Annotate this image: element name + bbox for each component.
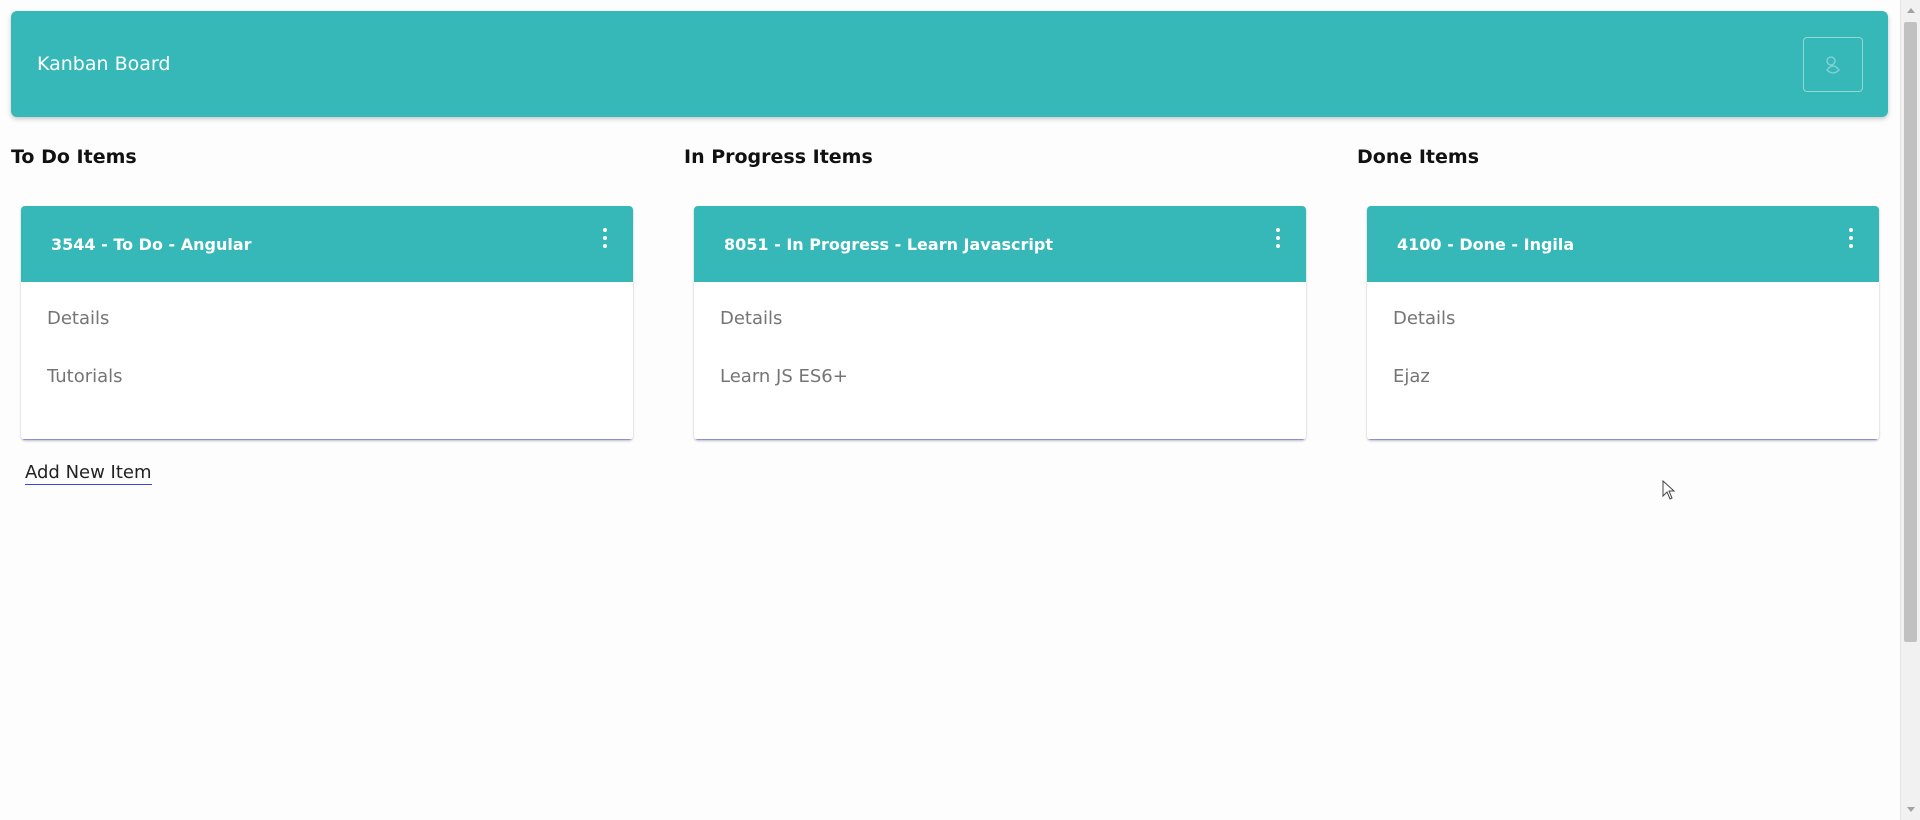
add-new-item-link[interactable]: Add New Item [25, 462, 152, 485]
mouse-cursor-icon [1662, 480, 1676, 500]
column-in-progress: In Progress Items 8051 - In Progress - L… [684, 142, 1306, 440]
theme-toggle-icon [1826, 55, 1840, 74]
card-details-label: Details [720, 308, 783, 329]
theme-toggle-button[interactable] [1803, 37, 1863, 92]
more-vertical-icon [1849, 226, 1853, 250]
kanban-card[interactable]: 3544 - To Do - Angular Details Tutorials [21, 206, 633, 440]
card-description: Tutorials [47, 366, 123, 387]
card-header: 8051 - In Progress - Learn Javascript [694, 206, 1306, 282]
card-title: 4100 - Done - Ingila [1397, 234, 1575, 254]
scroll-up-arrow-icon[interactable] [1907, 8, 1915, 13]
kanban-card[interactable]: 4100 - Done - Ingila Details Ejaz [1367, 206, 1879, 440]
card-header: 3544 - To Do - Angular [21, 206, 633, 282]
card-header: 4100 - Done - Ingila [1367, 206, 1879, 282]
card-menu-button[interactable] [593, 220, 617, 256]
card-details-label: Details [47, 308, 110, 329]
card-menu-button[interactable] [1266, 220, 1290, 256]
column-todo: To Do Items 3544 - To Do - Angular Detai… [11, 142, 633, 485]
more-vertical-icon [603, 226, 607, 250]
card-details-label: Details [1393, 308, 1456, 329]
column-title: To Do Items [11, 146, 137, 168]
app-header: Kanban Board [11, 11, 1888, 117]
app-title: Kanban Board [37, 53, 171, 75]
vertical-scrollbar[interactable] [1900, 0, 1920, 820]
column-done: Done Items 4100 - Done - Ingila Details … [1357, 142, 1879, 440]
scroll-down-arrow-icon[interactable] [1907, 807, 1915, 812]
column-title: Done Items [1357, 146, 1479, 168]
more-vertical-icon [1276, 226, 1280, 250]
kanban-card[interactable]: 8051 - In Progress - Learn Javascript De… [694, 206, 1306, 440]
card-title: 3544 - To Do - Angular [51, 234, 252, 254]
card-description: Ejaz [1393, 366, 1430, 387]
scrollbar-thumb[interactable] [1904, 22, 1917, 642]
card-description: Learn JS ES6+ [720, 366, 848, 387]
card-menu-button[interactable] [1839, 220, 1863, 256]
column-title: In Progress Items [684, 146, 873, 168]
kanban-page: Kanban Board To Do Items 3544 - To Do - … [0, 0, 1920, 820]
card-title: 8051 - In Progress - Learn Javascript [724, 234, 1054, 254]
